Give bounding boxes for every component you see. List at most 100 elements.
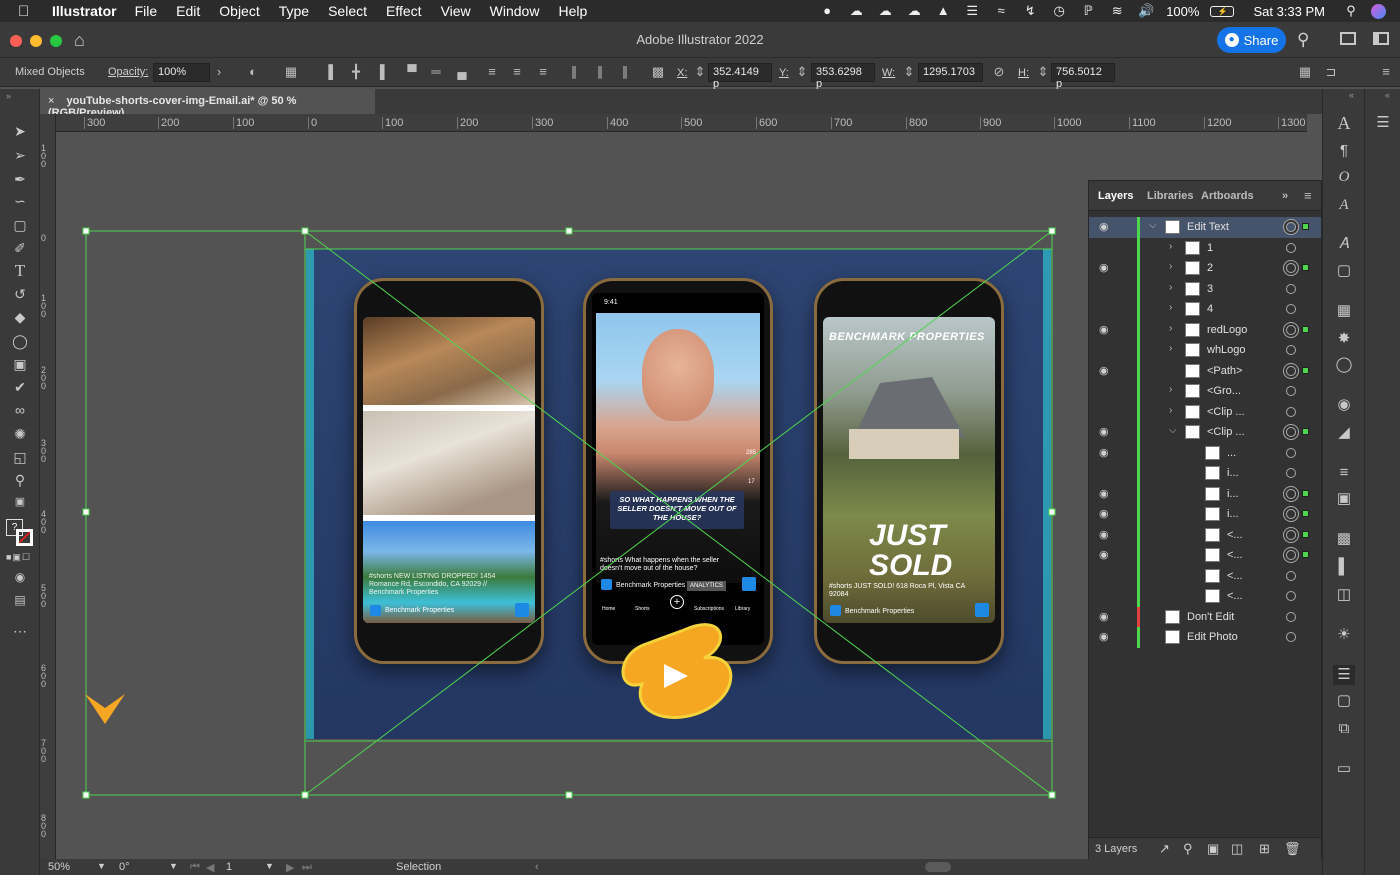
target-circle-icon[interactable] [1286,386,1296,396]
comments-panel-icon[interactable]: ▭ [1333,759,1355,779]
distribute-hcenter-icon[interactable]: ∥ [592,64,608,80]
arrange-documents-icon[interactable]: ▦ [1297,64,1313,80]
visibility-eye-icon[interactable]: ◉ [1099,487,1113,500]
appearance-panel-icon[interactable]: ☀ [1333,625,1355,645]
paintbrush-tool-icon[interactable]: ✐ [9,238,31,258]
distribute-left-icon[interactable]: ∥ [566,64,582,80]
align-to-icon[interactable]: ▦ [283,64,299,80]
opacity-dropdown-icon[interactable]: › [211,64,227,80]
layer-row[interactable]: › <Clip ... [1089,401,1321,422]
app-menu[interactable]: Illustrator [52,3,117,19]
target-circle-icon[interactable] [1286,468,1296,478]
strip-collapse-icon[interactable]: « [1349,90,1354,100]
selection-indicator[interactable] [1302,264,1309,271]
x-input[interactable]: 352.4149 p [708,63,772,90]
siri-icon[interactable] [1371,3,1386,19]
menu-window[interactable]: Window [490,3,540,19]
target-circle-icon[interactable] [1286,529,1296,540]
brushes-panel-icon[interactable]: ✸ [1333,329,1355,349]
visibility-eye-icon[interactable]: ◉ [1099,261,1113,274]
layer-row[interactable]: ◉ ⌵ <Clip ... [1089,422,1321,443]
layer-row[interactable]: ◉... [1089,442,1321,463]
layer-name[interactable]: <Gro... [1207,385,1241,397]
layer-row[interactable]: › <Gro... [1089,381,1321,402]
twirl-open-icon[interactable]: ⌵ [1169,425,1177,436]
current-tool-status[interactable]: Selection [396,861,441,873]
layer-row[interactable]: i... [1089,463,1321,484]
twirl-closed-icon[interactable]: › [1169,343,1172,354]
target-circle-icon[interactable] [1286,283,1296,294]
layer-row[interactable]: ◉ › redLogo [1089,319,1321,340]
symbols-panel-icon[interactable]: ◯ [1333,355,1355,375]
w-input[interactable]: 1295.1703 [918,63,983,82]
layers-panel-strip-icon[interactable]: ☰ [1333,665,1355,685]
twirl-closed-icon[interactable]: › [1169,384,1172,395]
layer-name[interactable]: ... [1227,447,1236,459]
menu-type[interactable]: Type [279,3,309,19]
y-stepper-icon[interactable]: ⇕ [794,64,810,80]
visibility-eye-icon[interactable]: ◉ [1099,610,1113,623]
target-circle-icon[interactable] [1286,509,1296,519]
panel-menu-icon[interactable]: ⊐ [1323,64,1339,80]
creative-cloud-icon[interactable]: ● [818,4,836,18]
horizontal-scrollbar[interactable] [925,862,951,872]
layer-row[interactable]: <... [1089,586,1321,607]
time-machine-icon[interactable]: ◷ [1050,4,1068,18]
selection-indicator[interactable] [1302,366,1309,374]
layer-name[interactable]: <... [1227,570,1243,582]
properties-panel-icon[interactable]: ☰ [1372,113,1394,133]
wifi-icon[interactable]: ≋ [1108,4,1126,18]
layer-name[interactable]: i... [1227,508,1239,520]
target-circle-icon[interactable] [1286,488,1296,499]
opentype-panel-icon[interactable]: O [1333,167,1355,187]
layer-row[interactable]: › 4 [1089,299,1321,320]
visibility-eye-icon[interactable]: ◉ [1099,323,1113,336]
new-sublayer-icon[interactable]: ◫ [1231,841,1243,857]
apple-icon[interactable]:  [18,3,40,20]
layer-row[interactable]: ◉ <... [1089,545,1321,566]
selection-indicator[interactable] [1302,325,1309,333]
new-layer-icon[interactable]: ⊞ [1259,841,1270,857]
selection-tool-icon[interactable]: ➤ [9,121,31,141]
target-circle-icon[interactable] [1286,263,1296,273]
color-guide-icon[interactable]: ◢ [1333,423,1355,443]
target-circle-icon[interactable] [1286,570,1296,581]
menu-effect[interactable]: Effect [386,3,422,19]
constrain-proportions-icon[interactable]: ⊘ [991,64,1007,80]
script-icon[interactable]: ≈ [992,4,1010,18]
twirl-closed-icon[interactable]: › [1169,241,1172,252]
layer-name[interactable]: Don't Edit [1187,611,1234,623]
color-mode-icons[interactable]: ■▣☐ [6,552,31,563]
distribute-right-icon[interactable]: ∥ [617,64,633,80]
visibility-eye-icon[interactable]: ◉ [1099,220,1113,233]
align-hcenter-icon[interactable]: ╋ [348,64,364,80]
asset-export-icon[interactable]: ⧉ [1333,719,1355,739]
search-icon[interactable]: ⚲ [1297,30,1309,50]
align-vcenter-icon[interactable]: ═ [428,64,444,80]
horizontal-ruler[interactable]: 300 200 100 0 100 200 300 400 500 600 700 800 900 100… [56,114,1307,132]
visibility-eye-icon[interactable]: ◉ [1099,528,1113,541]
artboard-tool-icon[interactable]: ◱ [9,447,31,467]
vertical-ruler[interactable]: 100 0 100 200 300 400 500 600 700 800 [40,114,56,859]
selection-handles[interactable] [82,227,1056,799]
draw-mode-icon[interactable]: ◉ [9,567,31,587]
twirl-closed-icon[interactable]: › [1169,323,1172,334]
pathfinder-panel-icon[interactable]: ◫ [1333,585,1355,605]
visibility-eye-icon[interactable]: ◉ [1099,446,1113,459]
layer-row[interactable]: › 3 [1089,278,1321,299]
distribute-vcenter-icon[interactable]: ≡ [509,64,525,80]
screen-mode-icon[interactable]: ▤ [9,590,31,610]
layer-name[interactable]: 4 [1207,303,1213,315]
align-bottom-icon[interactable]: ▄ [454,64,470,80]
distribute-bottom-icon[interactable]: ≡ [535,64,551,80]
visibility-eye-icon[interactable]: ◉ [1099,425,1113,438]
target-circle-icon[interactable] [1286,427,1296,437]
x-stepper-icon[interactable]: ⇕ [692,64,708,80]
direct-selection-tool-icon[interactable]: ➢ [9,145,31,165]
locate-object-icon[interactable]: ⚲ [1183,841,1193,857]
share-button[interactable]: ● Share [1217,27,1286,53]
spotlight-icon[interactable]: ⚲ [1342,4,1360,18]
paragraph-panel-icon[interactable]: ¶ [1333,141,1355,161]
align-left-icon[interactable]: ▌ [325,64,341,80]
artboard-number[interactable]: 1 [226,861,232,873]
